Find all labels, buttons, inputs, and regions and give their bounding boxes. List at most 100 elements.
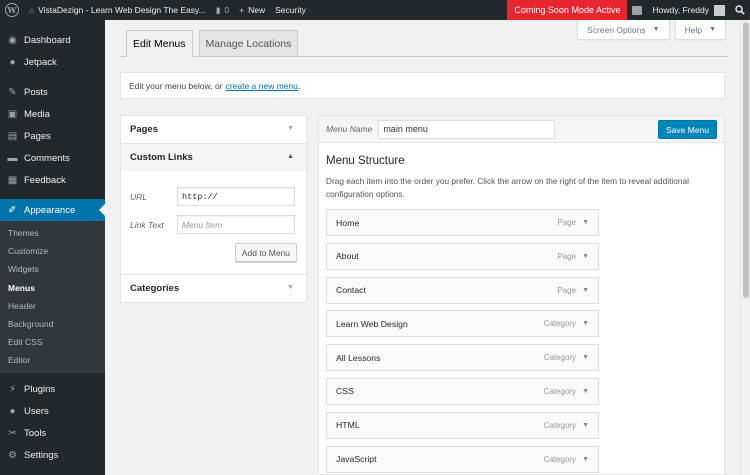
admin-sidebar: ◉ Dashboard ● Jetpack ✎ Posts ▣ Media ▤ … — [0, 20, 105, 475]
menu-editor-body: Menu Structure Drag each item into the o… — [319, 143, 724, 473]
accordion-title-categories[interactable]: Categories ▼ — [121, 275, 306, 302]
search-button[interactable] — [730, 0, 750, 20]
new-content-link[interactable]: + New — [234, 0, 270, 20]
submenu-item-header[interactable]: Header — [0, 297, 105, 315]
caret-down-icon[interactable]: ▼ — [582, 219, 589, 226]
users-icon: ● — [9, 406, 16, 417]
create-new-menu-link[interactable]: create a new menu — [226, 81, 298, 91]
link-text-input[interactable]: Menu Item — [177, 215, 295, 234]
submenu-item-editor[interactable]: Editor — [0, 351, 105, 369]
wordpress-logo-button[interactable]: W — [0, 0, 24, 20]
submenu-item-themes[interactable]: Themes — [0, 224, 105, 242]
sidebar-item-label: Feedback — [24, 174, 66, 186]
sidebar-item-label: Media — [24, 108, 50, 120]
sidebar-item-plugins[interactable]: ⚡ Plugins — [0, 379, 105, 401]
submenu-item-edit-css[interactable]: Edit CSS — [0, 333, 105, 351]
sidebar-item-appearance[interactable]: ✐ Appearance — [0, 199, 105, 221]
new-label: New — [248, 5, 266, 15]
sidebar-item-pages[interactable]: ▤ Pages — [0, 125, 105, 147]
sidebar-item-media[interactable]: ▣ Media — [0, 103, 105, 125]
link-text-label: Link Text — [130, 219, 164, 230]
accordion-title-pages[interactable]: Pages ▼ — [121, 116, 306, 143]
caret-up-icon: ▲ — [287, 153, 294, 160]
accordion-section-pages: Pages ▼ — [121, 116, 306, 144]
dashboard-icon: ◉ — [8, 34, 17, 46]
accordion-label: Pages — [130, 124, 158, 135]
menu-item-all-lessons[interactable]: All Lessons Category ▼ — [326, 344, 599, 372]
save-menu-button[interactable]: Save Menu — [658, 120, 717, 139]
sidebar-item-label: Comments — [24, 152, 70, 164]
menu-editor: Menu Name main menu Save Menu Menu Struc… — [318, 115, 725, 475]
feedback-icon: ▦ — [7, 174, 18, 186]
sidebar-item-feedback[interactable]: ▦ Feedback — [0, 169, 105, 191]
sidebar-item-tools[interactable]: ✂ Tools — [0, 423, 105, 445]
scrollbar-thumb[interactable] — [743, 22, 749, 298]
sidebar-item-label: Users — [24, 406, 49, 417]
security-label: Security — [275, 5, 306, 15]
caret-down-icon[interactable]: ▼ — [582, 422, 589, 429]
menu-item-title: About — [336, 251, 359, 262]
menu-item-type: Page — [557, 251, 577, 261]
accordion-label: Custom Links — [130, 152, 193, 163]
menu-item-css[interactable]: CSS Category ▼ — [326, 377, 599, 405]
menu-instructions: Drag each item into the order you prefer… — [326, 176, 689, 199]
accordion-section-custom-links: Custom Links ▲ URL http:// Link Text Men… — [121, 144, 306, 275]
page-scrollbar[interactable] — [740, 20, 750, 475]
menu-item-learn-web-design[interactable]: Learn Web Design Category ▼ — [326, 310, 599, 338]
url-input[interactable]: http:// — [177, 187, 295, 206]
caret-down-icon[interactable]: ▼ — [582, 456, 589, 463]
caret-down-icon[interactable]: ▼ — [582, 354, 589, 361]
menu-item-contact[interactable]: Contact Page ▼ — [326, 276, 599, 304]
tab-edit-menus[interactable]: Edit Menus — [126, 30, 193, 57]
site-title: VistaDezign - Learn Web Design The Easy.… — [38, 5, 206, 15]
sidebar-item-label: Plugins — [24, 384, 56, 395]
menu-item-title: JavaScript — [336, 454, 377, 465]
security-link[interactable]: Security — [270, 0, 311, 20]
comments-link[interactable]: ▮ 0 — [211, 0, 234, 20]
submenu-item-background[interactable]: Background — [0, 315, 105, 333]
caret-down-icon[interactable]: ▼ — [582, 320, 589, 327]
caret-down-icon[interactable]: ▼ — [582, 253, 589, 260]
accordion-title-custom-links[interactable]: Custom Links ▲ — [121, 144, 306, 171]
notification-button[interactable] — [627, 0, 647, 20]
avatar — [714, 4, 725, 16]
sidebar-item-label: Pages — [24, 130, 51, 142]
caret-down-icon[interactable]: ▼ — [582, 388, 589, 395]
menu-item-html[interactable]: HTML Category ▼ — [326, 411, 599, 439]
menu-item-home[interactable]: Home Page ▼ — [326, 209, 599, 236]
add-to-menu-button[interactable]: Add to Menu — [234, 243, 297, 262]
sidebar-item-comments[interactable]: ▬ Comments — [0, 147, 105, 169]
menu-item-title: CSS — [336, 386, 354, 397]
caret-down-icon: ▼ — [287, 284, 294, 291]
sidebar-item-label: Tools — [24, 428, 47, 439]
caret-down-icon[interactable]: ▼ — [582, 287, 589, 294]
submenu-item-menus[interactable]: Menus — [0, 279, 105, 297]
site-name-link[interactable]: ⌂ VistaDezign - Learn Web Design The Eas… — [24, 0, 211, 20]
my-account-link[interactable]: Howdy, Freddy — [647, 0, 730, 20]
menu-name-input[interactable]: main menu — [378, 119, 556, 139]
menu-item-type: Category — [543, 386, 577, 396]
menu-item-about[interactable]: About Page ▼ — [326, 242, 599, 270]
sidebar-item-label: Jetpack — [24, 56, 57, 68]
menu-item-title: All Lessons — [336, 352, 381, 363]
sidebar-item-jetpack[interactable]: ● Jetpack — [0, 51, 105, 73]
sidebar-item-label: Posts — [24, 86, 48, 98]
coming-soon-badge[interactable]: Coming Soon Mode Active — [507, 0, 628, 20]
manage-menus-bar: Edit your menu below, or create a new me… — [120, 72, 725, 99]
sidebar-item-dashboard[interactable]: ◉ Dashboard — [0, 29, 105, 51]
settings-icon: ⚙ — [8, 450, 17, 461]
plugins-icon: ⚡ — [8, 384, 17, 395]
sidebar-item-posts[interactable]: ✎ Posts — [0, 81, 105, 103]
pages-icon: ▤ — [7, 130, 18, 142]
menu-item-javascript[interactable]: JavaScript Category ▼ — [326, 445, 599, 473]
sidebar-item-users[interactable]: ● Users — [0, 401, 105, 423]
submenu-item-widgets[interactable]: Widgets — [0, 260, 105, 278]
sidebar-item-settings[interactable]: ⚙ Settings — [0, 445, 105, 467]
menu-item-type: Category — [543, 420, 577, 430]
tab-manage-locations[interactable]: Manage Locations — [198, 30, 299, 56]
media-icon: ▣ — [7, 108, 18, 120]
menu-item-title: Home — [336, 217, 360, 228]
current-indicator — [99, 204, 105, 216]
submenu-item-customize[interactable]: Customize — [0, 242, 105, 260]
greeting: Howdy, Freddy — [652, 5, 709, 15]
